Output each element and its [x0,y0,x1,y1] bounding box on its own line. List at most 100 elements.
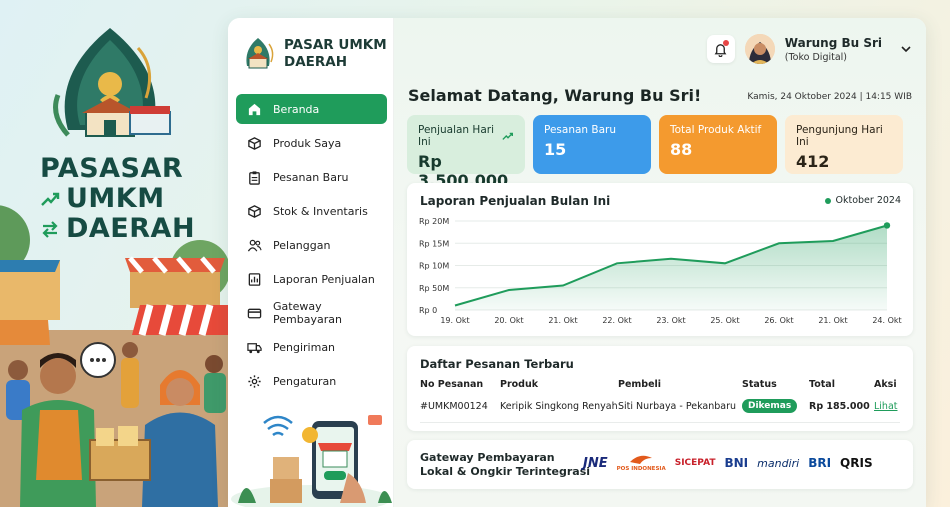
status-badge: Dikemas [742,399,798,413]
sales-chart-card: Laporan Penjualan Bulan Ini Oktober 2024… [407,183,913,336]
card-icon [247,308,262,318]
page-title: Selamat Datang, Warung Bu Sri! [408,86,702,105]
sicepat-logo: SICEPAT [674,458,716,468]
y-tick-label: Rp 10M [419,262,449,271]
gunungan-emblem [53,28,171,137]
sidebar-item-label: Pelanggan [273,238,331,252]
hero-title-line3: DAERAH [66,213,196,244]
x-tick-label: 22. Okt [602,316,631,325]
stat-value: 88 [670,140,693,159]
sidebar-item-pengiriman[interactable]: Pengiriman [236,332,387,362]
order-number: #UMKM00124 [420,401,488,412]
sidebar-item-laporan-penjualan[interactable]: Laporan Penjualan [236,264,387,294]
x-tick-label: 26. Okt [764,316,793,325]
market-scene-illustration [0,28,232,507]
column-header: Total [809,379,835,390]
x-tick-label: 20. Okt [494,316,523,325]
pos-indonesia-logo: POS INDONESIA [617,454,666,472]
sidebar-item-label: Produk Saya [273,136,342,150]
stat-label: Pengunjung Hari Ini [796,124,883,148]
sidebar-nav: Beranda Produk Saya Pesanan Baru Stok & … [236,94,387,400]
stat-label: Total Produk Aktif [670,124,762,136]
hero-title-line1: PASASAR [40,153,184,184]
brand[interactable]: PASAR UMKM DAERAH [240,36,394,72]
hero-title-line2: UMKM [66,183,165,214]
y-tick-label: Rp 20M [419,217,449,226]
column-header: Aksi [874,379,897,390]
stat-card-products[interactable]: Total Produk Aktif 88 [659,115,777,174]
stat-label: Penjualan Hari Ini [418,124,494,148]
sidebar-item-stok-inventaris[interactable]: Stok & Inventaris [236,196,387,226]
table-row[interactable]: #UMKM00124 Keripik Singkong Renyah Siti … [420,399,900,423]
gear-icon [248,374,261,388]
dashboard-window: PASAR UMKM DAERAH Beranda Produk Saya Pe… [228,18,926,507]
column-header: Produk [500,379,539,390]
order-total: Rp 185.000 [809,401,870,412]
sidebar-item-gateway-pembayaran[interactable]: Gateway Pembayaran [236,298,387,328]
x-tick-label: 25. Okt [710,316,739,325]
notification-button[interactable] [706,35,735,63]
topbar: Warung Bu Sri (Toko Digital) [706,34,912,64]
sidebar-item-label: Laporan Penjualan [273,272,375,286]
trend-up-icon [502,132,513,140]
truck-icon [247,342,262,353]
qris-logo: QRIS [840,456,873,470]
main-content: Warung Bu Sri (Toko Digital) Selamat Dat… [394,18,926,507]
mandiri-logo: mandiri [757,456,800,470]
sales-chart: 19. Okt 20. Okt 21. Okt 22. Okt 23. Okt 25. O… [419,217,902,325]
user-role: (Toko Digital) [784,51,847,63]
chevron-down-icon[interactable] [900,43,912,55]
avatar[interactable] [744,34,775,64]
sidebar-item-pesanan-baru[interactable]: Pesanan Baru [236,162,387,192]
exchange-icon [42,221,58,238]
sidebar-item-label: Stok & Inventaris [273,204,368,218]
sidebar-item-label: Pengiriman [273,340,336,354]
pos-indonesia-text: POS INDONESIA [616,466,666,472]
bri-logo: BRI [808,456,832,470]
sidebar-item-label: Beranda [273,102,320,116]
stat-value: 412 [796,152,830,171]
sidebar-item-label: Pesanan Baru [273,170,349,184]
notification-dot [722,40,729,46]
stat-card-orders[interactable]: Pesanan Baru 15 [533,115,651,174]
sidebar-item-produk-saya[interactable]: Produk Saya [236,128,387,158]
report-icon [248,272,261,286]
view-order-link[interactable]: Lihat [874,401,898,412]
brand-name: PASAR UMKM DAERAH [284,37,387,70]
stat-card-sales[interactable]: Penjualan Hari Ini Rp 3.500.000 [407,115,525,190]
x-tick-label: 23. Okt [656,316,685,325]
sidebar-item-pelanggan[interactable]: Pelanggan [236,230,387,260]
box-icon [248,136,261,150]
user-avatar-icon [744,34,775,64]
y-tick-label: Rp 50M [419,284,449,293]
y-tick-label: Rp 0 [419,306,437,315]
chart-area-fill [455,225,887,310]
mobile-shop-illustration [231,415,392,507]
datetime-label: Kamis, 24 Oktober 2024 | 14:15 WIB [747,92,912,102]
chart-point[interactable] [883,222,891,229]
x-tick-label: 19. Okt [440,316,469,325]
pos-bird-icon [630,455,653,464]
users-icon [247,239,262,251]
column-header: No Pesanan [420,379,484,390]
sidebar-item-beranda[interactable]: Beranda [236,94,387,124]
hero-illustration: PASASAR UMKM DAERAH [0,0,232,507]
clipboard-icon [249,170,260,185]
x-tick-label: 21. Okt [548,316,577,325]
sidebar-item-pengaturan[interactable]: Pengaturan [236,366,387,396]
stat-card-visitors[interactable]: Pengunjung Hari Ini 412 [785,115,903,174]
order-buyer: Siti Nurbaya - Pekanbaru [618,401,737,412]
sidebar-item-label: Gateway Pembayaran [273,300,342,326]
user-name: Warung Bu Sri [784,35,882,50]
sidebar: PASAR UMKM DAERAH Beranda Produk Saya Pe… [228,18,394,507]
sidebar-item-label: Pengaturan [273,374,337,388]
stats-row: Penjualan Hari Ini Rp 3.500.000 Pesanan … [407,115,903,190]
home-icon [248,103,261,115]
user-info[interactable]: Warung Bu Sri (Toko Digital) [785,36,882,63]
payment-gateway-card: Gateway Pembayaran Lokal & Ongkir Terint… [407,440,913,489]
hero-title: PASASAR UMKM DAERAH [40,154,195,244]
brand-logo-icon [246,38,274,69]
column-header: Status [742,379,777,390]
stat-value: 15 [544,140,567,159]
trend-up-icon [41,192,60,206]
